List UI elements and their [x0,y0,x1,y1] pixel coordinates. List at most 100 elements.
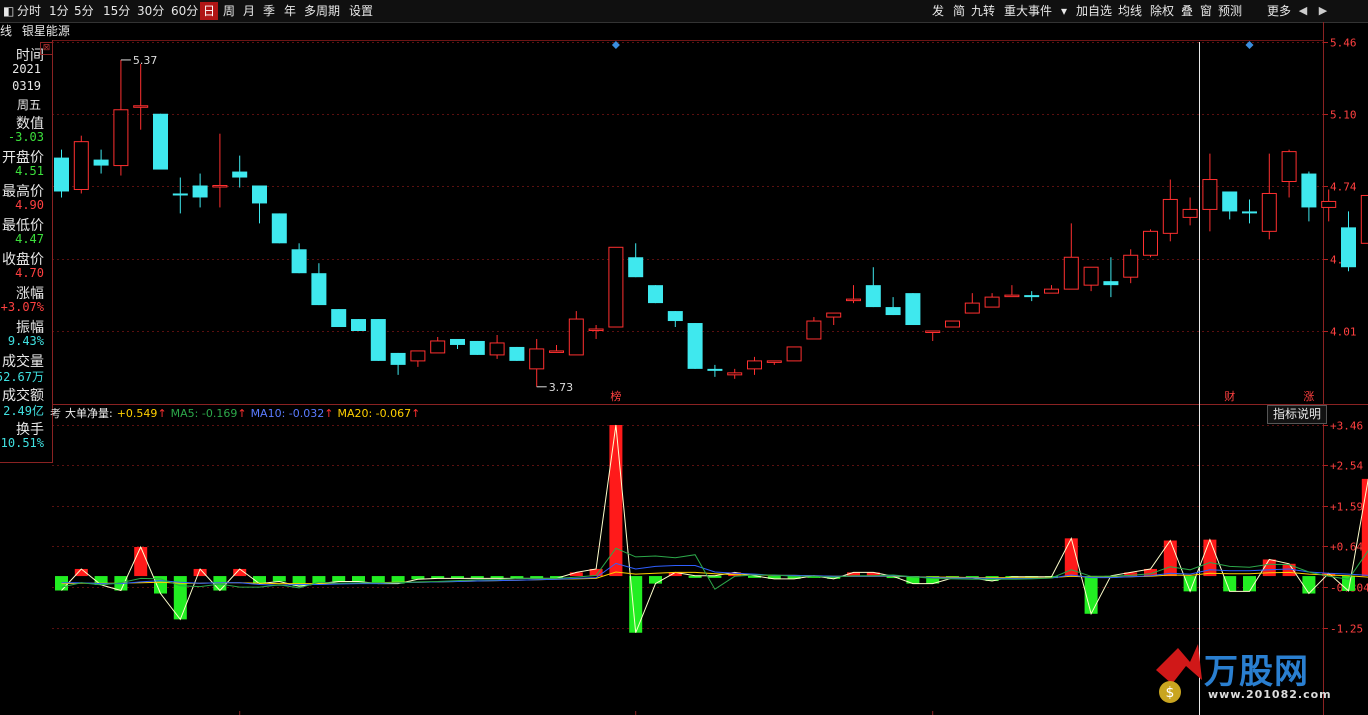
indicator-bar [352,576,365,582]
candle-body [549,350,564,353]
candle-body [826,312,842,318]
candle-body [945,320,960,328]
candle-body [529,348,545,370]
info-value: 4.51 [15,164,44,178]
up-arrow-icon: ↑ [324,407,334,420]
candle-body [133,105,149,108]
candle-body [430,340,446,354]
bull-logo-icon: $ [1156,644,1202,703]
indicator-name: 大单净量: [65,407,113,420]
candle-body [370,319,386,361]
info-value: 4.70 [15,266,44,280]
event-mark-label: 财 [1224,389,1235,403]
info-label: 2021 [12,62,41,76]
candle-body [1301,173,1317,208]
info-label: 0319 [12,79,41,93]
indicator-prefix: 考 [50,407,61,420]
price-tick-label: 4.01 [1330,326,1357,339]
candle-body [192,185,208,198]
candle-body [1222,191,1238,212]
up-arrow-icon: ↑ [237,407,247,420]
candle-body [667,311,683,322]
candle-body [1083,266,1099,286]
candle-body [509,346,525,361]
candle-body [786,346,802,362]
candle-body [212,185,228,188]
indicator-bar [272,576,286,582]
indicator-header: 考大单净量: +0.549↑ MA5: -0.169↑ MA10: -0.032↑ MA… [50,405,424,423]
candle-body [291,249,307,274]
indicator-bar [332,576,346,582]
candle-body [1202,179,1218,210]
candle-body [113,109,129,167]
candle-body [747,360,762,370]
candle-body [93,159,109,166]
candle-body [390,352,406,365]
candle-body [1123,254,1139,278]
candle-body [925,330,941,333]
candle-body [846,298,861,302]
candle-body [1143,230,1158,256]
event-mark-label: 涨 [1303,390,1314,403]
close-icon[interactable]: ⊠ [40,42,53,55]
indicator-line [61,424,1368,633]
candle-body [172,193,188,196]
candle-body [1261,192,1277,232]
candle-body [1004,294,1020,298]
ma20-value: MA20: -0.067 [337,407,412,420]
candle-body [766,360,782,363]
indicator-bar [609,425,623,577]
info-value: 2.49亿 [3,404,44,418]
indicator-tick-label: +1.59 [1330,501,1363,514]
watermark-brand: 万股网 [1204,652,1309,692]
candle-body [1024,295,1040,298]
high-price-label: 5.37 [133,54,158,67]
indicator-tick-label: -1.25 [1330,623,1363,636]
candle-body [153,113,168,170]
info-value: 4.47 [15,232,44,246]
info-panel: 时间 2021 0319 周五 数值 -3.03 开盘价 4.51 最高价 4.90 最低价 4.47… [0,40,53,463]
candle-body [727,372,743,376]
candle-body [588,328,604,332]
candle-body [1360,194,1368,244]
candle-body [469,340,485,355]
candle-body [1341,227,1356,268]
candle-body [410,350,426,362]
ma10-value: MA10: -0.032 [250,407,325,420]
low-price-label: 3.73 [549,381,574,394]
indicator-bar [134,546,148,577]
indicator-tick-label: +3.46 [1330,420,1363,433]
candle-body [1044,288,1059,294]
candle-body [1182,208,1198,218]
candle-body [984,296,1000,308]
candle-body [351,319,366,331]
candle-body [568,318,584,356]
candle-body [1063,256,1079,290]
watermark-url: www.201082.com [1208,688,1332,701]
candle-body [885,307,901,316]
info-label: 周五 [16,98,41,112]
candle-body [489,342,505,356]
svg-text:$: $ [1166,685,1175,701]
kline-chart: 5.465.104.744.374.01+3.46+2.54+1.59+0.64… [52,22,1368,715]
candle-body [608,246,624,328]
candle-body [1321,200,1337,208]
candle-body [1103,281,1119,286]
candle-body [806,320,822,340]
indicator-help-button[interactable]: 指标说明 [1267,405,1327,424]
indicator-bar [649,576,662,584]
watermark: $ 万股网 www.201082.com [1148,640,1348,710]
candle-body [331,309,347,328]
price-tick-label: 4.74 [1330,181,1357,194]
candle-body [54,157,69,192]
up-arrow-icon: ↑ [157,407,167,420]
candle-body [450,338,465,345]
candle-body [648,285,663,304]
candle-body [865,285,881,308]
indicator-value: +0.549 [116,407,158,420]
candle-body [964,302,980,314]
price-tick-label: 5.10 [1330,109,1357,122]
info-value: +3.07% [0,300,44,314]
indicator-bar [1163,540,1177,577]
candle-body [1162,198,1178,234]
